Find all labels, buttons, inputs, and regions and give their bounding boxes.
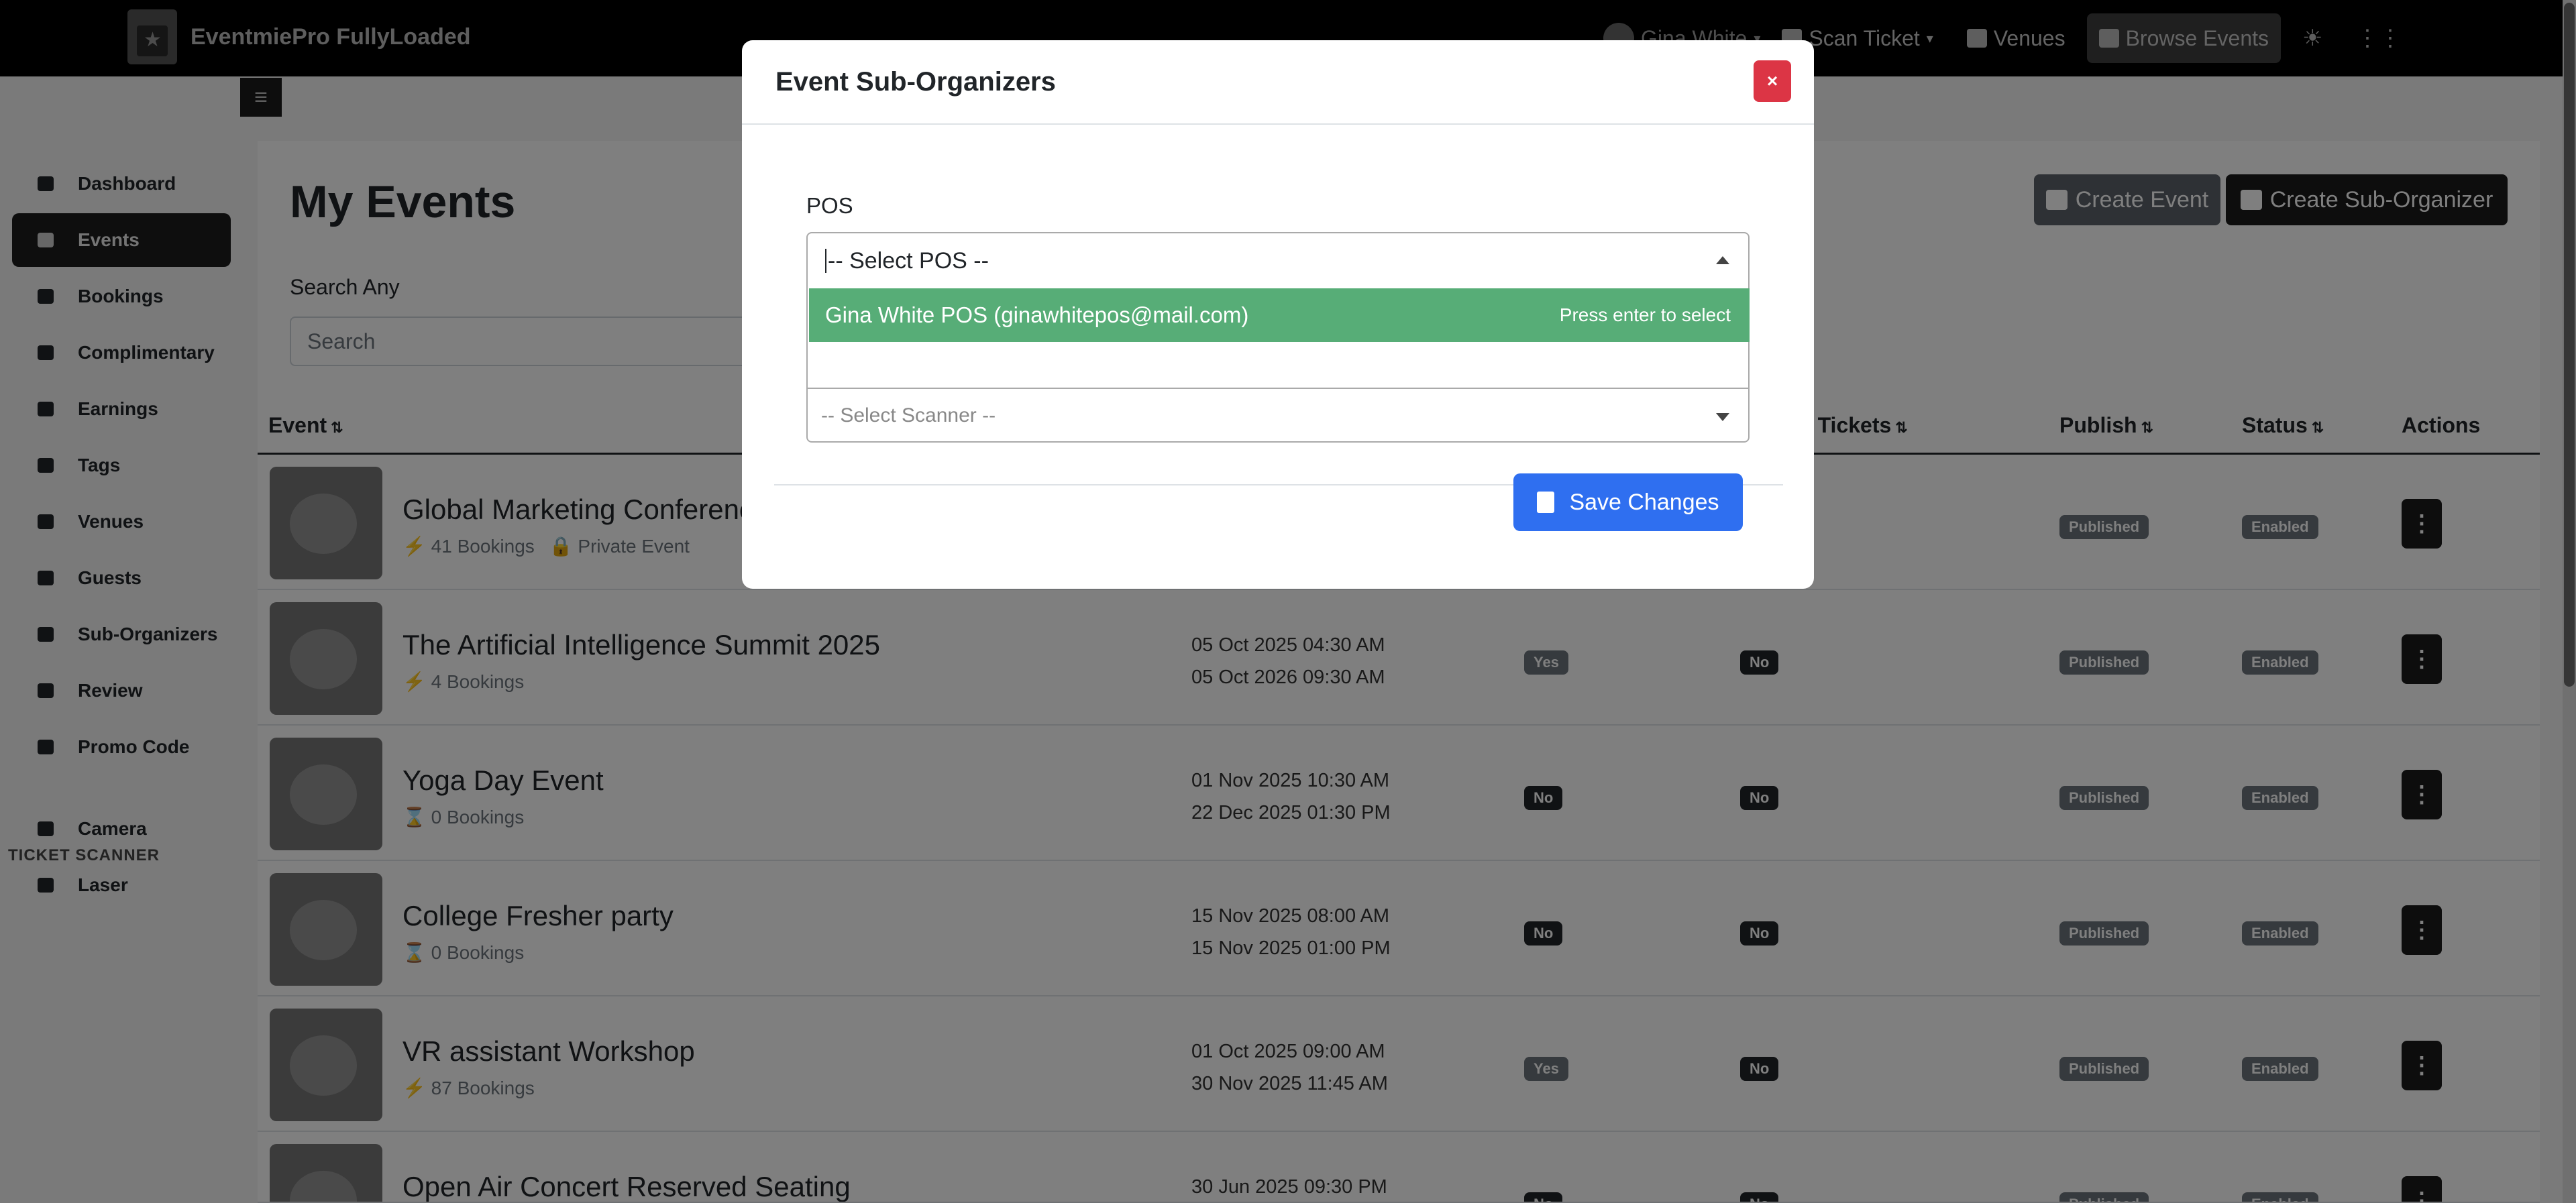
close-icon: × (1766, 70, 1778, 91)
pos-option-hint: Press enter to select (1559, 304, 1731, 325)
chevron-down-icon (1716, 413, 1729, 421)
pos-option[interactable]: Gina White POS (ginawhitepos@mail.com) P… (809, 288, 1750, 342)
save-icon (1537, 492, 1555, 513)
sub-organizers-modal: Event Sub-Organizers × POS -- Select POS… (742, 40, 1814, 589)
modal-header: Event Sub-Organizers × (742, 40, 1814, 125)
save-label: Save Changes (1569, 489, 1719, 515)
text-cursor (825, 249, 826, 273)
pos-option-label: Gina White POS (ginawhitepos@mail.com) (825, 302, 1249, 327)
chevron-up-icon (1716, 256, 1729, 264)
pos-select[interactable]: -- Select POS -- Gina White POS (ginawhi… (806, 232, 1750, 443)
modal-title: Event Sub-Organizers (775, 67, 1056, 97)
scanner-placeholder: -- Select Scanner -- (821, 404, 996, 426)
close-button[interactable]: × (1754, 60, 1791, 102)
pos-placeholder: -- Select POS -- (828, 247, 989, 274)
pos-select-input[interactable]: -- Select POS -- (808, 233, 1748, 288)
save-changes-button[interactable]: Save Changes (1513, 473, 1743, 531)
scanner-select[interactable]: -- Select Scanner -- (808, 388, 1748, 443)
pos-label: POS (806, 193, 853, 218)
